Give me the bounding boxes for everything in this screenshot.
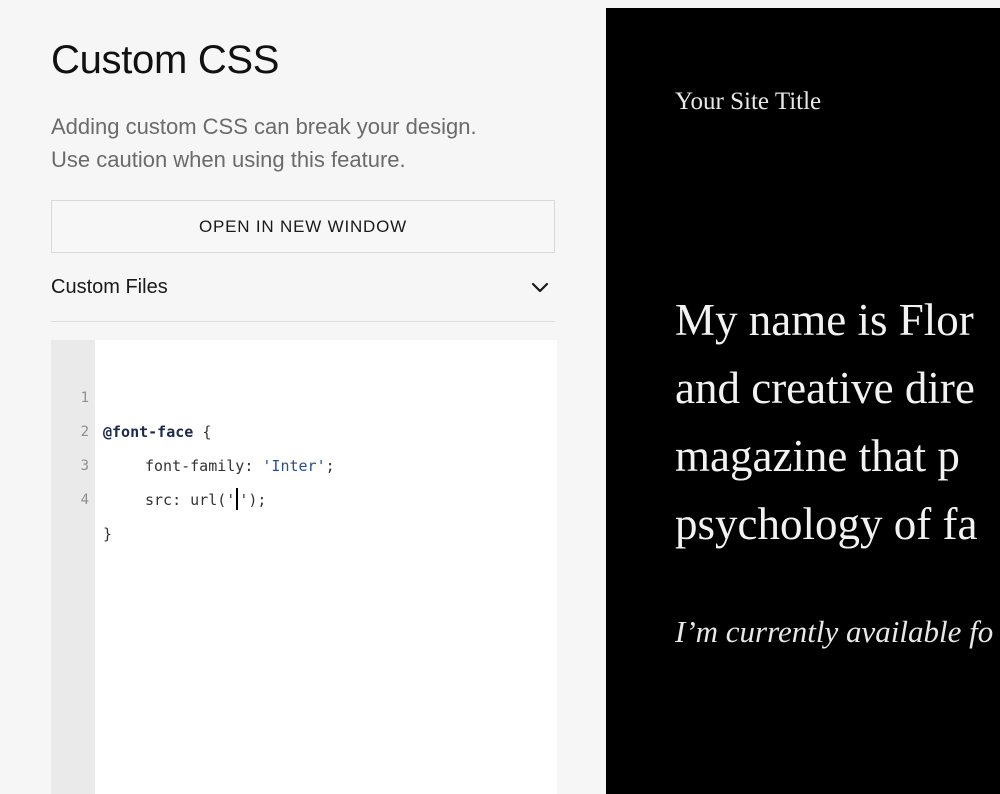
availability-text: I’m currently available fo <box>675 614 994 649</box>
line-number: 4 <box>80 492 89 508</box>
warning-line-1: Adding custom CSS can break your design. <box>51 114 477 139</box>
code-line: 4 } <box>51 449 557 543</box>
css-code-editor[interactable]: 1 @font-face { 2 font-family: 'Inter'; 3… <box>51 340 557 794</box>
custom-files-label: Custom Files <box>51 276 168 298</box>
warning-line-2: Use caution when using this feature. <box>51 147 406 172</box>
code-text: src: url(' '); <box>145 483 266 517</box>
code-line: 1 @font-face { <box>51 347 557 441</box>
custom-css-panel: Custom CSS Adding custom CSS can break y… <box>0 0 606 794</box>
code-text: } <box>103 525 113 543</box>
app-root: Custom CSS Adding custom CSS can break y… <box>0 0 1000 794</box>
code-after-caret: '); <box>239 491 267 509</box>
code-line: 3 src: url(' '); <box>51 415 557 510</box>
text-caret <box>236 488 239 510</box>
code-line: 2 font-family: 'Inter'; <box>51 381 557 475</box>
chevron-down-icon <box>529 277 551 313</box>
bio-paragraph: My name is Flor and creative dire magazi… <box>675 286 977 558</box>
custom-files-toggle[interactable]: Custom Files <box>51 268 555 322</box>
page-title: Custom CSS <box>51 38 280 82</box>
code-before-caret: src: url(' <box>145 491 236 509</box>
site-preview: Your Site Title My name is Flor and crea… <box>606 8 1000 794</box>
site-title[interactable]: Your Site Title <box>675 88 821 116</box>
open-in-new-window-button[interactable]: OPEN IN NEW WINDOW <box>51 200 555 253</box>
bio-line: psychology of fa <box>675 499 978 549</box>
bio-line: magazine that p <box>675 431 960 481</box>
warning-description: Adding custom CSS can break your design.… <box>51 110 571 176</box>
bio-line: My name is Flor <box>675 295 974 345</box>
bio-line: and creative dire <box>675 363 975 413</box>
